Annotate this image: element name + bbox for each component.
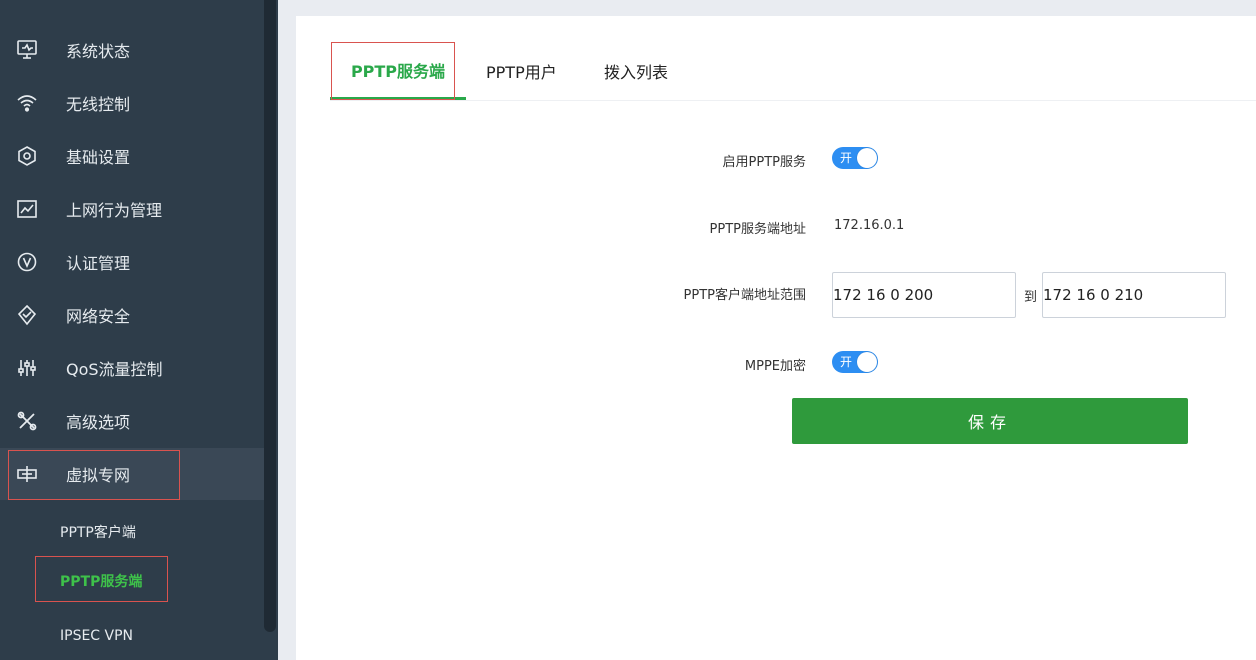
tab-dial-in-list[interactable]: 拨入列表: [604, 42, 668, 100]
mppe-label: MPPE加密: [744, 359, 806, 374]
sidebar-item-qos[interactable]: QoS流量控制: [0, 342, 264, 394]
sidebar-item-vpn[interactable]: 虚拟专网: [0, 448, 264, 500]
sidebar-item-label: 无线控制: [66, 95, 131, 114]
sidebar-item-label: QoS流量控制: [66, 360, 163, 379]
hexagon-settings-icon: [14, 143, 40, 169]
main-panel: PPTP服务端 PPTP用户 拨入列表 启用PPTP服务 开 PPTP服务端地址…: [296, 16, 1256, 660]
client-range-label: PPTP客户端地址范围: [683, 288, 806, 303]
sidebar-item-label: 系统状态: [66, 42, 131, 61]
client-range-start-input[interactable]: [832, 272, 1016, 318]
toggle-on-text: 开: [840, 355, 853, 369]
sidebar-subitem-pptp-client[interactable]: PPTP客户端: [60, 522, 136, 542]
sidebar-item-label: 基础设置: [66, 148, 131, 167]
sidebar-item-auth-management[interactable]: 认证管理: [0, 236, 264, 288]
sidebar-subitem-pptp-server[interactable]: PPTP服务端: [60, 571, 142, 591]
tab-bar: PPTP服务端 PPTP用户 拨入列表: [330, 42, 1256, 101]
sidebar-item-label: 高级选项: [66, 413, 131, 432]
sidebar-subitem-ipsec-vpn[interactable]: IPSEC VPN: [60, 628, 133, 644]
toggle-on-text: 开: [840, 151, 853, 165]
enable-pptp-toggle[interactable]: 开: [832, 147, 878, 169]
verify-icon: [14, 249, 40, 275]
sliders-icon: [14, 355, 40, 381]
server-address-label: PPTP服务端地址: [709, 222, 806, 237]
tab-pptp-server[interactable]: PPTP服务端: [330, 42, 466, 100]
tab-pptp-users[interactable]: PPTP用户: [486, 42, 557, 100]
mppe-toggle[interactable]: 开: [832, 351, 878, 373]
server-address-value: 172.16.0.1: [834, 218, 905, 233]
enable-pptp-label: 启用PPTP服务: [722, 155, 806, 170]
shield-icon: [14, 302, 40, 328]
sidebar-item-label: 上网行为管理: [66, 201, 163, 220]
tools-icon: [14, 408, 40, 434]
monitor-icon: [14, 37, 40, 63]
client-range-end-input[interactable]: [1042, 272, 1226, 318]
vpn-icon: [14, 461, 40, 487]
sidebar-scrollbar[interactable]: [264, 0, 276, 632]
sidebar-item-network-security[interactable]: 网络安全: [0, 289, 264, 341]
sidebar-item-behavior-management[interactable]: 上网行为管理: [0, 183, 264, 235]
sidebar-item-advanced[interactable]: 高级选项: [0, 395, 264, 447]
wifi-icon: [14, 90, 40, 116]
sidebar-item-label: 虚拟专网: [66, 466, 131, 485]
save-button[interactable]: 保存: [792, 398, 1188, 444]
chart-icon: [14, 196, 40, 222]
sidebar-item-basic-settings[interactable]: 基础设置: [0, 130, 264, 182]
sidebar-item-wireless[interactable]: 无线控制: [0, 77, 264, 129]
sidebar-item-label: 网络安全: [66, 307, 131, 326]
sidebar: 系统状态 无线控制 基础设置 上网行为管理 认证管理 网络安全 QoS流量控制 …: [0, 0, 278, 660]
toggle-knob: [857, 148, 877, 168]
sidebar-item-label: 认证管理: [66, 254, 131, 273]
toggle-knob: [857, 352, 877, 372]
range-separator: 到: [1024, 290, 1038, 305]
sidebar-item-system-status[interactable]: 系统状态: [0, 24, 264, 76]
